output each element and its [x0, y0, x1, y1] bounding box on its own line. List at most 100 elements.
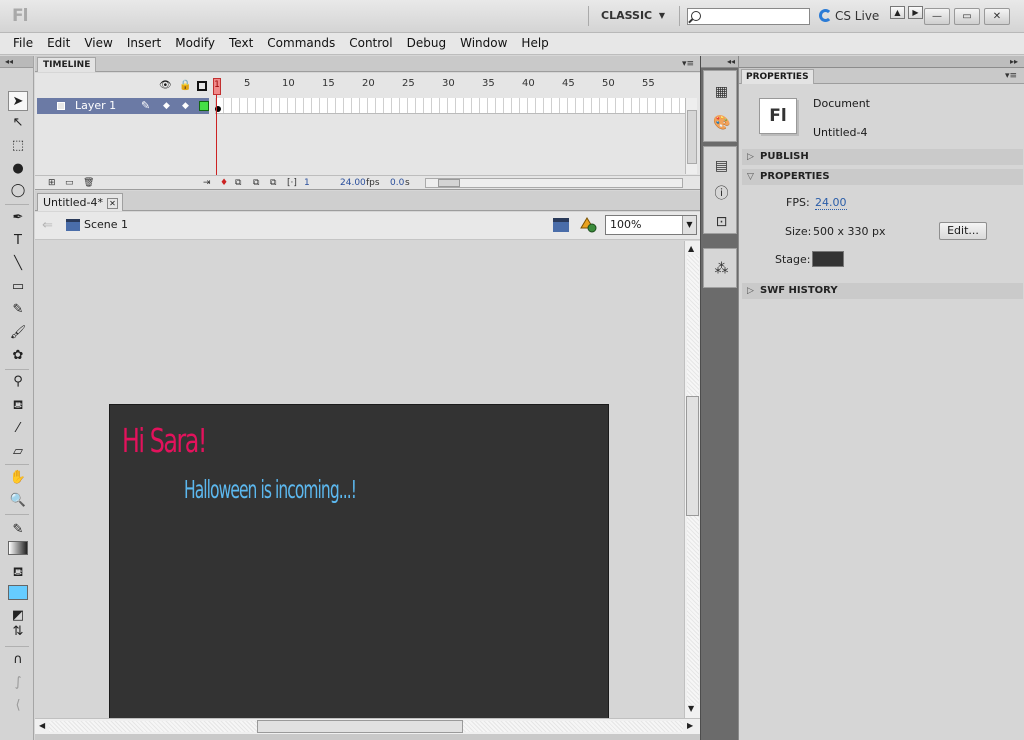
section-swf-history[interactable]: ▷ SWF HISTORY: [742, 283, 1023, 299]
text-tool-icon[interactable]: T: [8, 231, 28, 251]
timeline-vertical-scrollbar[interactable]: [685, 98, 697, 174]
deco-tool-icon[interactable]: ✿: [8, 346, 28, 366]
menu-modify[interactable]: Modify: [168, 33, 222, 54]
edit-multiple-frames-icon[interactable]: ⧉: [270, 176, 276, 190]
panel-menu-icon[interactable]: ▾≡: [682, 59, 694, 69]
maximize-button[interactable]: ▭: [954, 8, 980, 25]
scroll-thumb[interactable]: [687, 110, 697, 164]
message-text[interactable]: Halloween is incoming...!: [184, 475, 357, 504]
info-icon[interactable]: ⓘ: [713, 186, 730, 203]
transform-icon[interactable]: ⊡: [713, 214, 730, 231]
frame-ruler[interactable]: 5 10 15 20 25 30 35 40 45 50 55: [213, 73, 685, 96]
tools-collapse-icon[interactable]: ◂◂: [0, 56, 33, 68]
rectangle-tool-icon[interactable]: ▭: [8, 277, 28, 297]
properties-collapse-icon[interactable]: ▸▸: [739, 56, 1024, 68]
stage-color-swatch[interactable]: [812, 251, 844, 267]
menu-control[interactable]: Control: [342, 33, 399, 54]
motion-presets-icon[interactable]: ⁂: [713, 261, 730, 278]
frame-rate-value[interactable]: 24.00: [340, 176, 366, 190]
lock-dot[interactable]: ◆: [182, 101, 189, 111]
onion-outlines-icon[interactable]: ⧉: [253, 176, 259, 190]
swap-colors-icon[interactable]: ⇅: [8, 622, 28, 642]
zoom-select[interactable]: 100% ▼: [605, 215, 697, 235]
center-frame-icon[interactable]: ♦: [220, 176, 228, 190]
bone-tool-icon[interactable]: ⚲: [8, 372, 28, 392]
fill-color-swatch[interactable]: [8, 585, 28, 600]
frames-strip[interactable]: [215, 98, 685, 114]
edit-document-button[interactable]: Edit...: [939, 222, 987, 240]
workspace-switcher[interactable]: CLASSIC ▼: [588, 6, 680, 26]
minimize-button[interactable]: —: [924, 8, 950, 25]
scene-label[interactable]: Scene 1: [84, 218, 128, 231]
stage-vertical-scrollbar[interactable]: ▲ ▼: [684, 241, 700, 718]
paint-bucket-tool-icon[interactable]: ⛾: [8, 396, 28, 416]
fill-color-icon[interactable]: ⛾: [8, 563, 28, 583]
playhead[interactable]: 1: [213, 78, 221, 95]
scroll-left-icon[interactable]: ◀: [39, 721, 45, 730]
menu-insert[interactable]: Insert: [120, 33, 168, 54]
menu-edit[interactable]: Edit: [40, 33, 77, 54]
straighten-icon[interactable]: ⟨: [8, 696, 28, 716]
outline-icon[interactable]: [197, 81, 207, 91]
snap-to-objects-icon[interactable]: ∩: [8, 650, 28, 670]
lock-icon[interactable]: 🔒: [179, 80, 191, 92]
stage[interactable]: Hi Sara! Halloween is incoming...!: [109, 404, 609, 718]
3d-rotation-tool-icon[interactable]: ●: [8, 159, 28, 179]
tab-document[interactable]: Untitled-4* ✕: [37, 193, 123, 211]
pasteboard[interactable]: Hi Sara! Halloween is incoming...!: [35, 241, 684, 718]
tab-properties[interactable]: PROPERTIES: [741, 69, 814, 84]
menu-file[interactable]: File: [6, 33, 40, 54]
modify-onion-markers-icon[interactable]: [·]: [287, 176, 297, 190]
scroll-thumb[interactable]: [438, 179, 460, 187]
greeting-text[interactable]: Hi Sara!: [122, 421, 207, 460]
lasso-tool-icon[interactable]: ◯: [8, 181, 28, 201]
hand-tool-icon[interactable]: ✋: [8, 468, 28, 488]
tab-timeline[interactable]: TIMELINE: [37, 57, 97, 72]
document-name-field[interactable]: Untitled-4: [813, 126, 867, 139]
help-search-input[interactable]: [687, 8, 810, 25]
strip-collapse-icon[interactable]: ◂◂: [701, 56, 738, 68]
scroll-thumb[interactable]: [257, 720, 463, 733]
section-publish[interactable]: ▷ PUBLISH: [742, 149, 1023, 165]
selection-tool-icon[interactable]: ➤: [8, 91, 28, 111]
cs-live-button[interactable]: CS Live: [819, 9, 879, 23]
outline-color-swatch[interactable]: [199, 101, 209, 111]
free-transform-tool-icon[interactable]: ⬚: [8, 136, 28, 156]
menu-text[interactable]: Text: [222, 33, 260, 54]
layer-row[interactable]: Layer 1 ✎ ◆ ◆: [37, 98, 209, 114]
trash-icon[interactable]: 🗑: [83, 176, 94, 190]
scroll-down-icon[interactable]: ▼: [688, 704, 694, 713]
menu-debug[interactable]: Debug: [400, 33, 453, 54]
scroll-right-icon[interactable]: ▶: [687, 721, 693, 730]
swatches-icon[interactable]: ▦: [713, 84, 730, 101]
new-folder-icon[interactable]: ▭: [65, 176, 74, 190]
menu-window[interactable]: Window: [453, 33, 514, 54]
line-tool-icon[interactable]: ╲: [8, 254, 28, 274]
align-icon[interactable]: ▤: [713, 158, 730, 175]
eye-icon[interactable]: 👁: [159, 80, 172, 92]
smooth-icon[interactable]: ∫: [8, 673, 28, 693]
pencil-tool-icon[interactable]: ✎: [8, 300, 28, 320]
color-palette-icon[interactable]: 🎨: [713, 115, 730, 132]
close-icon[interactable]: ✕: [106, 198, 118, 209]
pen-tool-icon[interactable]: ✒: [8, 208, 28, 228]
panel-menu-icon[interactable]: ▾≡: [1005, 71, 1017, 81]
stage-horizontal-scrollbar[interactable]: ◀ ▶: [35, 718, 700, 734]
scroll-to-playhead-icon[interactable]: ⇥: [203, 176, 211, 190]
stroke-color-icon[interactable]: ✎: [8, 520, 28, 540]
onion-skin-icon[interactable]: ⧉: [235, 176, 241, 190]
visibility-dot[interactable]: ◆: [163, 101, 170, 111]
subselection-tool-icon[interactable]: ↖: [8, 113, 28, 133]
eraser-tool-icon[interactable]: ▱: [8, 442, 28, 462]
back-arrow-icon[interactable]: ⇐: [42, 218, 53, 233]
new-layer-icon[interactable]: ⊞: [48, 176, 56, 190]
chevron-down-icon[interactable]: ▼: [682, 216, 696, 234]
current-frame-value[interactable]: 1: [304, 176, 310, 190]
edit-symbols-icon[interactable]: [580, 216, 598, 234]
scroll-thumb[interactable]: [686, 396, 699, 516]
menu-help[interactable]: Help: [514, 33, 555, 54]
timeline-horizontal-scrollbar[interactable]: [425, 178, 683, 188]
collapse-right-button[interactable]: ▶: [908, 6, 923, 19]
brush-tool-icon[interactable]: 🖌: [8, 323, 28, 343]
menu-commands[interactable]: Commands: [260, 33, 342, 54]
